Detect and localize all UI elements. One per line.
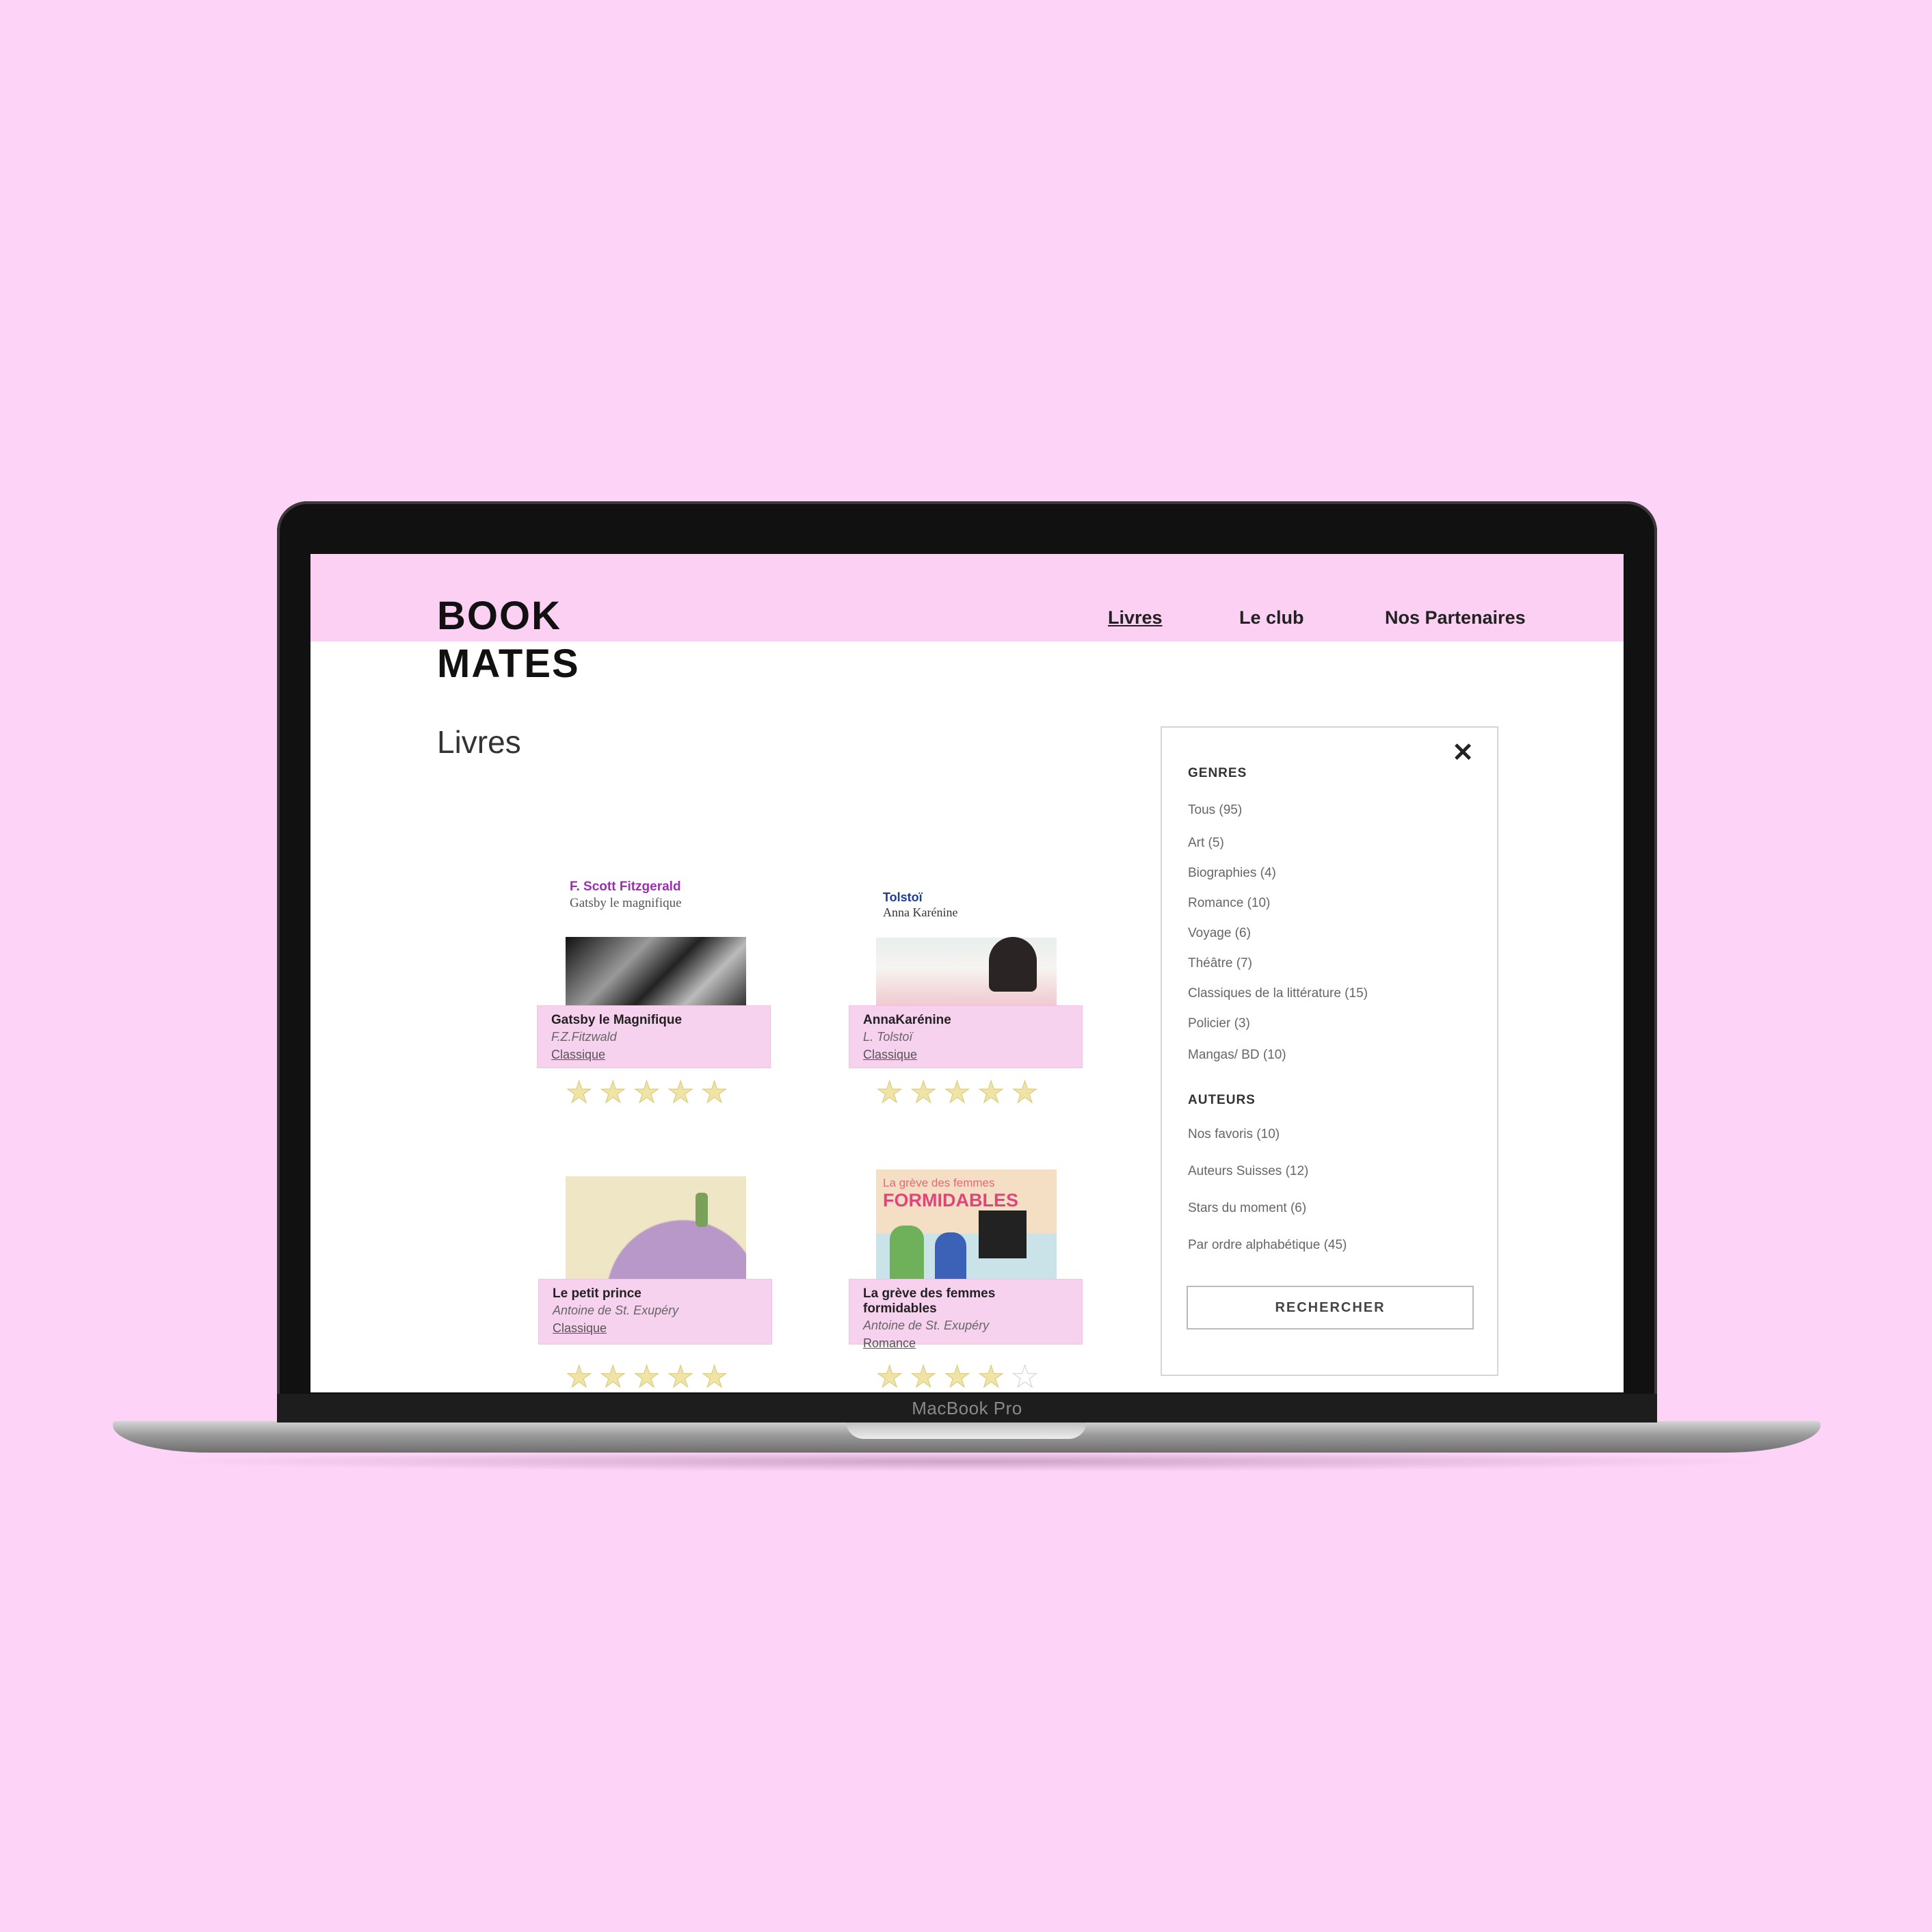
book-title: Le petit prince xyxy=(553,1286,641,1301)
nav-partenaires[interactable]: Nos Partenaires xyxy=(1385,607,1526,628)
page-title: Livres xyxy=(437,724,521,760)
logo-line-1: BOOK xyxy=(437,594,561,638)
rating-stars[interactable]: ★ ★ ★ ★ ★ xyxy=(875,1077,1038,1108)
book-cover: La grève des femmes FORMIDABLES xyxy=(876,1169,1057,1286)
star-icon[interactable]: ★ xyxy=(977,1077,1005,1108)
star-icon[interactable]: ★ xyxy=(565,1077,592,1108)
star-icon[interactable]: ★ xyxy=(667,1362,694,1392)
star-icon[interactable]: ★ xyxy=(875,1077,903,1108)
book-author: L. Tolstoï xyxy=(863,1030,913,1044)
cover-banner: FORMIDABLES xyxy=(883,1190,1018,1210)
cover-author: Tolstoï xyxy=(883,890,923,904)
rating-stars[interactable]: ★ ★ ★ ★ ★ xyxy=(565,1362,728,1392)
genre-filter-item[interactable]: Romance (10) xyxy=(1188,896,1270,911)
nav-le-club[interactable]: Le club xyxy=(1239,607,1304,628)
genre-filter-item[interactable]: Théâtre (7) xyxy=(1188,956,1252,971)
star-icon[interactable]: ★ xyxy=(943,1077,970,1108)
rating-stars[interactable]: ★ ★ ★ ★ ★ xyxy=(875,1362,1038,1392)
author-filter-item[interactable]: Nos favoris (10) xyxy=(1188,1127,1280,1142)
close-icon[interactable]: ✕ xyxy=(1452,737,1474,768)
book-title: La grève des femmes formidables xyxy=(863,1286,996,1316)
board-image xyxy=(979,1210,1027,1258)
genres-heading: GENRES xyxy=(1188,766,1247,780)
cover-title: Anna Karénine xyxy=(883,905,958,919)
portrait-image xyxy=(989,937,1037,992)
book-info: La grève des femmes formidables Antoine … xyxy=(849,1279,1083,1350)
genre-filter-item[interactable]: Policier (3) xyxy=(1188,1016,1250,1031)
book-card[interactable]: F. Scott Fitzgerald Gatsby le magnifique… xyxy=(537,869,771,1108)
star-icon[interactable]: ★ xyxy=(1011,1362,1038,1392)
filter-panel: ✕ GENRES Tous (95) Art (5) Biographies (… xyxy=(1161,726,1498,1376)
nav-livres[interactable]: Livres xyxy=(1108,607,1163,628)
cover-title: Gatsby le magnifique xyxy=(570,896,682,910)
book-card[interactable]: La grève des femmes FORMIDABLES La grève… xyxy=(849,1169,1083,1392)
star-icon[interactable]: ★ xyxy=(633,1362,660,1392)
star-icon[interactable]: ★ xyxy=(565,1362,592,1392)
star-icon[interactable]: ★ xyxy=(977,1362,1005,1392)
star-icon[interactable]: ★ xyxy=(910,1362,937,1392)
book-info: Le petit prince Antoine de St. Exupéry C… xyxy=(538,1279,772,1345)
star-icon[interactable]: ★ xyxy=(700,1077,728,1108)
device-label: MacBook Pro xyxy=(277,1394,1657,1422)
book-genre-link[interactable]: Classique xyxy=(553,1319,758,1337)
book-cover-image xyxy=(566,937,746,1005)
genre-filter-item[interactable]: Art (5) xyxy=(1188,836,1224,851)
screen: BOOK MATES Livres Le club Nos Partenaire… xyxy=(310,554,1624,1392)
star-icon[interactable]: ★ xyxy=(667,1077,694,1108)
star-icon[interactable]: ★ xyxy=(599,1362,626,1392)
book-title: Gatsby le Magnifique xyxy=(551,1013,683,1027)
genre-filter-item[interactable]: Biographies (4) xyxy=(1188,866,1276,881)
logo[interactable]: BOOK MATES xyxy=(437,592,580,688)
book-cover xyxy=(566,1176,746,1286)
book-genre-link[interactable]: Romance xyxy=(863,1334,1068,1352)
star-icon[interactable]: ★ xyxy=(910,1077,937,1108)
star-icon[interactable]: ★ xyxy=(633,1077,660,1108)
author-filter-item[interactable]: Stars du moment (6) xyxy=(1188,1201,1306,1216)
authors-heading: AUTEURS xyxy=(1188,1093,1256,1107)
book-title: AnnaKarénine xyxy=(863,1013,951,1027)
book-cover: F. Scott Fitzgerald Gatsby le magnifique xyxy=(537,869,769,933)
book-author: Antoine de St. Exupéry xyxy=(863,1319,990,1332)
figure-image xyxy=(890,1226,924,1286)
book-genre-link[interactable]: Classique xyxy=(551,1046,756,1063)
genre-filter-item[interactable]: Classiques de la littérature (15) xyxy=(1188,986,1368,1001)
book-author: F.Z.Fitzwald xyxy=(551,1030,617,1044)
prince-figure-image xyxy=(696,1193,708,1227)
author-filter-item[interactable]: Auteurs Suisses (12) xyxy=(1188,1164,1308,1179)
laptop-shadow xyxy=(150,1451,1785,1472)
genre-filter-item[interactable]: Tous (95) xyxy=(1188,803,1242,818)
star-icon[interactable]: ★ xyxy=(700,1362,728,1392)
book-cover: Tolstoï Anna Karénine xyxy=(876,882,1057,1005)
star-icon[interactable]: ★ xyxy=(1011,1077,1038,1108)
book-card[interactable]: Le petit prince Antoine de St. Exupéry C… xyxy=(538,1176,772,1392)
star-icon[interactable]: ★ xyxy=(943,1362,970,1392)
figure-image xyxy=(935,1232,966,1286)
search-button[interactable]: RECHERCHER xyxy=(1187,1286,1474,1329)
book-genre-link[interactable]: Classique xyxy=(863,1046,1068,1063)
genre-filter-item[interactable]: Voyage (6) xyxy=(1188,926,1251,941)
rating-stars[interactable]: ★ ★ ★ ★ ★ xyxy=(565,1077,728,1108)
laptop-notch xyxy=(846,1421,1087,1439)
cover-title: La grève des femmes xyxy=(883,1176,995,1189)
star-icon[interactable]: ★ xyxy=(875,1362,903,1392)
logo-line-2: MATES xyxy=(437,641,580,686)
book-info: Gatsby le Magnifique F.Z.Fitzwald Classi… xyxy=(537,1005,771,1068)
genre-filter-item[interactable]: Mangas/ BD (10) xyxy=(1188,1048,1286,1063)
star-icon[interactable]: ★ xyxy=(599,1077,626,1108)
author-filter-item[interactable]: Par ordre alphabétique (45) xyxy=(1188,1238,1347,1253)
book-card[interactable]: Tolstoï Anna Karénine AnnaKarénine L. To… xyxy=(849,869,1083,1108)
cover-author: F. Scott Fitzgerald xyxy=(570,879,681,894)
book-author: Antoine de St. Exupéry xyxy=(553,1304,679,1317)
book-info: AnnaKarénine L. Tolstoï Classique xyxy=(849,1005,1083,1068)
